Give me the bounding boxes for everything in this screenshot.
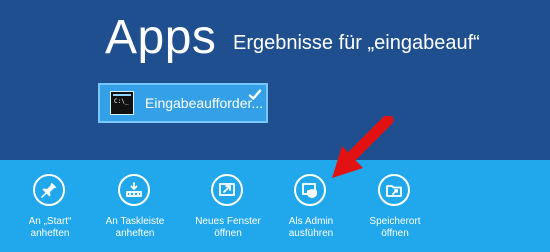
page-title: Apps <box>105 11 217 64</box>
pin-to-taskbar-button[interactable]: An Taskleiste anheften <box>100 174 170 248</box>
open-file-location-button[interactable]: Speicherort öffnen <box>360 174 430 248</box>
search-results-area: Apps Ergebnisse für „eingabeauf“ Eingabe… <box>0 0 550 160</box>
search-result-command-prompt[interactable]: Eingabeaufforder... <box>98 83 268 123</box>
search-results-heading: Ergebnisse für „eingabeauf“ <box>233 32 480 54</box>
app-command-bar: An „Start“ anheften An Taskleiste anheft… <box>0 160 550 252</box>
search-result-label: Eingabeaufforder... <box>145 95 264 111</box>
run-as-admin-button[interactable]: Als Admin ausführen <box>276 174 346 248</box>
check-icon <box>248 89 262 100</box>
open-new-window-label: Neues Fenster öffnen <box>195 216 261 239</box>
taskbar-pin-icon <box>118 174 150 206</box>
pin-icon <box>33 174 65 206</box>
admin-shield-icon <box>294 174 326 206</box>
apps-search-screen: Apps Ergebnisse für „eingabeauf“ Eingabe… <box>0 0 550 252</box>
new-window-icon <box>211 174 243 206</box>
pin-to-start-label: An „Start“ anheften <box>28 216 72 239</box>
command-prompt-icon <box>110 91 134 115</box>
folder-location-icon <box>378 174 410 206</box>
run-as-admin-label: Als Admin ausführen <box>288 216 334 239</box>
pin-to-taskbar-label: An Taskleiste anheften <box>105 216 165 239</box>
pin-to-start-button[interactable]: An „Start“ anheften <box>15 174 85 248</box>
open-file-location-label: Speicherort öffnen <box>369 216 421 239</box>
open-new-window-button[interactable]: Neues Fenster öffnen <box>193 174 263 248</box>
